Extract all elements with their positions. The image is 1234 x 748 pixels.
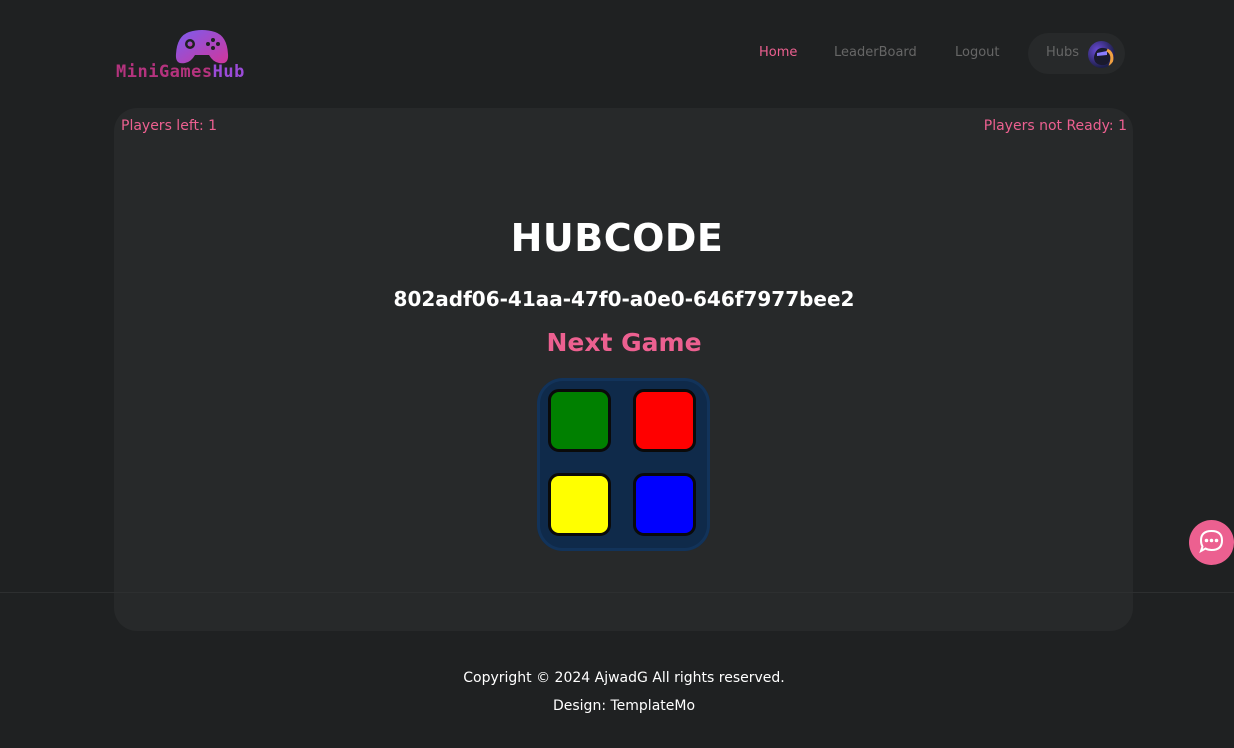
logo-text: MiniGamesHub [116,62,286,82]
nav-logout-link[interactable]: Logout [955,45,1000,65]
hub-card [114,108,1133,631]
gamepad-icon [175,30,229,64]
hubs-button[interactable]: Hubs [1028,33,1125,74]
next-game-label: Next Game [546,328,702,357]
hubcode-title: HUBCODE [510,216,724,260]
nav-home-link[interactable]: Home [759,45,797,65]
players-left-status: Players left: 1 [121,118,217,134]
hubcode-value: 802adf06-41aa-47f0-a0e0-646f7977bee2 [393,287,855,311]
logo-text-main: MiniGames [116,62,213,82]
user-avatar[interactable] [1088,41,1115,68]
red-tile [633,389,696,452]
players-not-ready-status: Players not Ready: 1 [984,118,1127,134]
footer-copyright: Copyright © 2024 AjwadG All rights reser… [463,670,785,686]
divider [0,592,1234,593]
logo[interactable]: MiniGamesHub [116,28,286,84]
hubs-label: Hubs [1046,45,1080,60]
players-left-value: 1 [208,118,218,134]
chat-button[interactable] [1189,520,1234,565]
chat-bubble-icon [1199,529,1224,554]
players-left-label: Players left: [121,118,204,134]
yellow-tile [548,473,611,536]
simon-says-game-icon[interactable] [537,378,710,551]
logo-text-accent: Hub [212,62,245,82]
green-tile [548,389,611,452]
footer-design: Design: TemplateMo [552,698,696,714]
blue-tile [633,473,696,536]
nav-leaderboard-link[interactable]: LeaderBoard [834,45,917,65]
players-not-ready-label: Players not Ready: [983,118,1114,134]
players-not-ready-value: 1 [1118,118,1127,134]
page: MiniGamesHub Home LeaderBoard Logout Hub… [0,0,1234,748]
avatar-icon [1094,47,1114,67]
